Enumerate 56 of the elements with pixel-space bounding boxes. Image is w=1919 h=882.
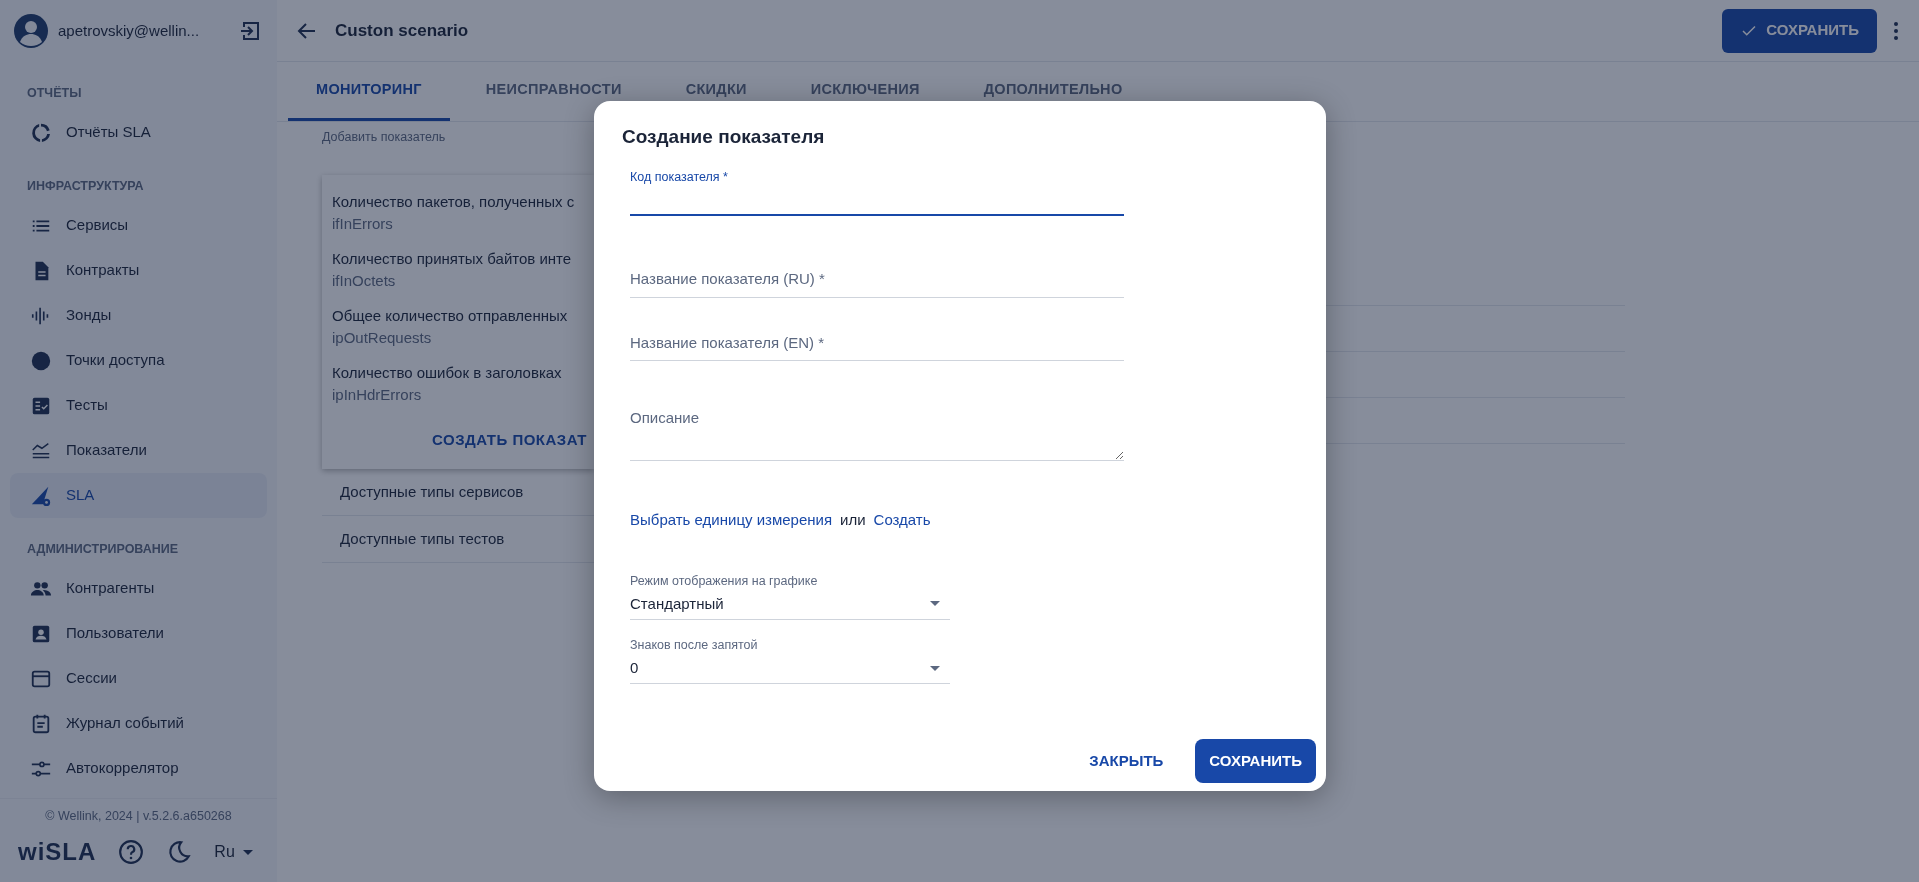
chart-ring-icon xyxy=(30,121,52,144)
unit-link[interactable]: Выбрать единицу измерения xyxy=(630,509,833,532)
section-label: АДМИНИСТРИРОВАНИЕ xyxy=(26,540,180,558)
metric-code: ifInOctets xyxy=(332,271,397,292)
more-icon[interactable] xyxy=(1893,20,1899,41)
sidebar-item[interactable]: Отчёты SLA xyxy=(10,110,267,155)
close-button[interactable]: ЗАКРЫТЬ xyxy=(1071,739,1182,783)
sidebar-item[interactable]: Показатели xyxy=(10,428,267,473)
caret-icon xyxy=(930,665,940,671)
sidebar-item[interactable]: Зонды xyxy=(10,293,267,338)
text-area[interactable]: Описание xyxy=(630,407,1124,462)
field-label: Код показателя * xyxy=(630,168,729,186)
circle-icon xyxy=(30,349,52,372)
sidebar-item[interactable]: Контракты xyxy=(10,248,267,293)
unit-link[interactable]: Создать xyxy=(873,509,931,532)
sidebar-item[interactable]: Пользователи xyxy=(10,611,267,656)
sidebar-item[interactable]: Тесты xyxy=(10,383,267,428)
select-label: Режим отображения на графике xyxy=(630,572,819,590)
select-label: Знаков после запятой xyxy=(630,637,759,654)
caret-icon xyxy=(930,601,940,607)
hint-text: Добавить показатель xyxy=(322,129,447,146)
caret-icon xyxy=(242,849,253,855)
sidebar-item[interactable]: Сервисы xyxy=(10,203,267,248)
select-field[interactable]: Стандартный xyxy=(630,590,950,620)
separator-text: или xyxy=(840,510,866,531)
sidebar-item[interactable]: Сессии xyxy=(10,656,267,701)
sidebar-item[interactable]: Точки доступа xyxy=(10,338,267,383)
sidebar-item[interactable]: Контрагенты xyxy=(10,566,267,611)
dialog-title: Создание показателя xyxy=(622,125,826,149)
footer-text: © Wellink, 2024 | v.5.2.6.a650268 xyxy=(0,798,277,834)
metric-name: Количество принятых байтов инте xyxy=(332,248,573,269)
metric-code: ifInErrors xyxy=(332,214,394,235)
page-title: Custon scenario xyxy=(335,19,470,42)
logo: wiSLA xyxy=(18,837,97,867)
calendar-icon xyxy=(30,712,52,735)
avatar-icon xyxy=(14,14,48,48)
section-label: ОТЧЁТЫ xyxy=(26,84,83,102)
sidebar-item[interactable]: Автокоррелятор xyxy=(10,746,267,791)
user-name: apetrovskiy@wellin... xyxy=(58,20,201,41)
sidebar-item[interactable]: SLA xyxy=(10,473,267,518)
save-button[interactable]: СОХРАНИТЬ xyxy=(1722,8,1877,53)
select-field[interactable]: 0 xyxy=(630,654,950,685)
language-select[interactable]: Ru xyxy=(214,840,253,864)
create-metric-button[interactable]: СОЗДАТЬ ПОКАЗАТ xyxy=(332,418,587,470)
metric-code: ipInHdrErrors xyxy=(332,385,423,406)
metric-code: ipOutRequests xyxy=(332,328,433,349)
section-label: ИНФРАСТРУКТУРА xyxy=(26,177,145,195)
metric-name: Общее количество отправленных xyxy=(332,305,569,326)
tab[interactable]: НЕИСПРАВНОСТИ xyxy=(457,62,650,121)
sidebar-item[interactable]: Журнал событий xyxy=(10,701,267,746)
metric-name: Количество ошибок в заголовках xyxy=(332,362,563,383)
help-icon[interactable] xyxy=(118,839,145,865)
moon-icon[interactable] xyxy=(166,839,193,865)
metric-name: Количество пакетов, полученных с xyxy=(332,191,576,212)
tab[interactable]: МОНИТОРИНГ xyxy=(288,62,450,121)
save-button[interactable]: СОХРАНИТЬ xyxy=(1195,739,1316,783)
